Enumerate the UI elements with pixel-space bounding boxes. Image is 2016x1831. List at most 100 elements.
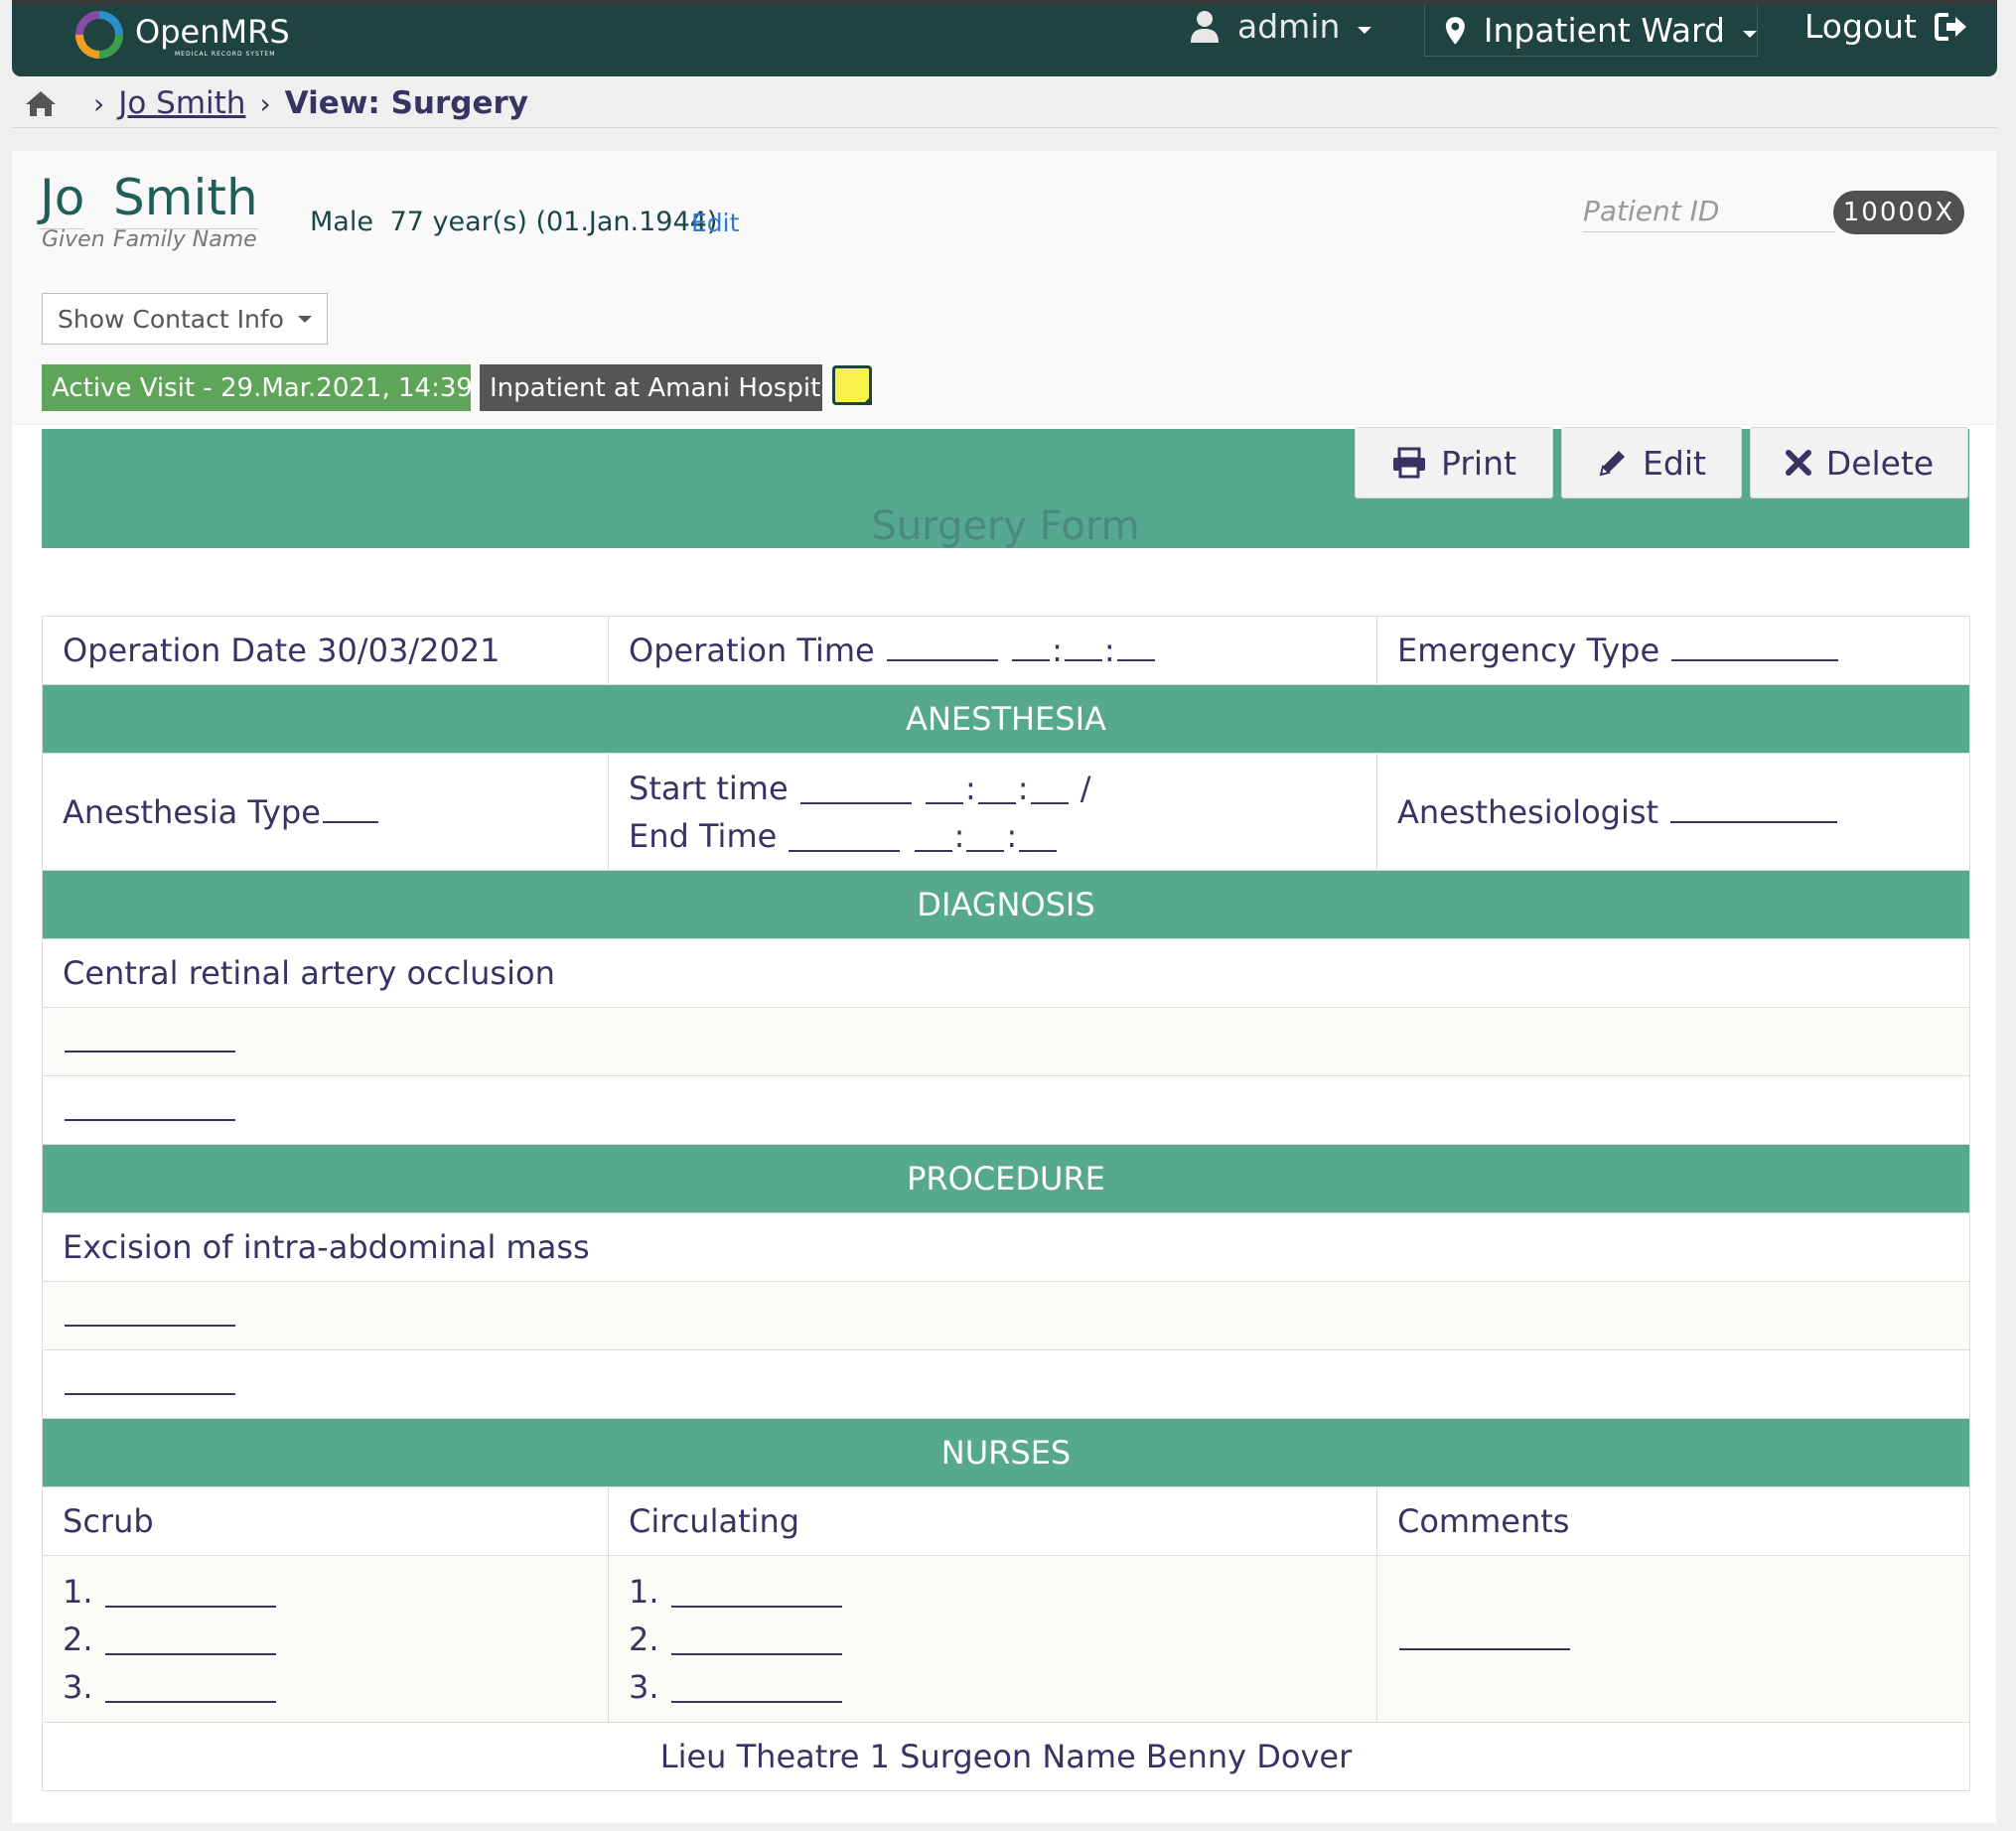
print-icon xyxy=(1393,447,1426,479)
delete-button[interactable]: Delete xyxy=(1750,427,1968,498)
blank-line xyxy=(670,1700,842,1703)
print-label: Print xyxy=(1441,443,1516,483)
delete-label: Delete xyxy=(1825,443,1935,483)
top-navbar: OpenMRS MEDICAL RECORD SYSTEM admin Inpa… xyxy=(12,0,1997,76)
list-number: 3. xyxy=(63,1667,93,1706)
table-row: Anesthesia Type Start time :: / End Time… xyxy=(42,753,1970,871)
end-time-line: End Time :: xyxy=(629,812,1357,860)
procedure-header: PROCEDURE xyxy=(42,1144,1970,1213)
anesthesia-type-cell: Anesthesia Type xyxy=(42,753,609,871)
brand-name: OpenMRS xyxy=(135,13,290,51)
colon: : xyxy=(953,816,965,855)
print-button[interactable]: Print xyxy=(1355,427,1553,498)
map-marker-icon xyxy=(1445,16,1465,45)
table-row: Scrub Circulating Comments xyxy=(42,1486,1970,1556)
active-visit-badge[interactable]: Active Visit - 29.Mar.2021, 14:39:02 xyxy=(42,364,514,411)
location-menu[interactable]: Inpatient Ward xyxy=(1424,5,1758,57)
anesthesiologist-label: Anesthesiologist xyxy=(1397,792,1659,831)
anesthesia-header: ANESTHESIA xyxy=(42,684,1970,754)
diagnosis-header: DIAGNOSIS xyxy=(42,870,1970,939)
chevron-down-icon xyxy=(1358,27,1372,34)
colon: : xyxy=(1052,632,1063,669)
pencil-icon xyxy=(1599,451,1626,477)
list-item: 2. xyxy=(629,1616,1357,1663)
table-row: 1. 2. 3. 1. 2. 3. xyxy=(42,1555,1970,1723)
patient-age: 77 year(s) (01.Jan.1944) xyxy=(389,207,718,237)
procedure-value: Excision of intra-abdominal mass xyxy=(42,1212,1970,1282)
procedure-blank xyxy=(42,1349,1970,1419)
blank-line xyxy=(1670,820,1838,823)
show-contact-info-button[interactable]: Show Contact Info xyxy=(42,293,328,345)
list-item: 1. xyxy=(63,1568,588,1616)
blank-line xyxy=(670,1652,842,1655)
blank-line xyxy=(1116,658,1155,661)
table-row: Operation Date 30/03/2021 Operation Time… xyxy=(42,616,1970,685)
breadcrumb: › Jo Smith › View: Surgery xyxy=(24,83,528,123)
user-menu[interactable]: admin xyxy=(1190,7,1372,46)
table-row xyxy=(42,1349,1970,1419)
blank-line xyxy=(966,849,1005,852)
start-time-label: Start time xyxy=(629,769,789,807)
list-number: 2. xyxy=(63,1620,93,1658)
list-item: 3. xyxy=(63,1663,588,1711)
blank-line xyxy=(1671,658,1839,661)
anesthesia-type-label: Anesthesia Type xyxy=(63,792,321,831)
breadcrumb-current: View: Surgery xyxy=(284,85,528,121)
edit-patient-link[interactable]: Edit xyxy=(691,209,739,237)
blank-line xyxy=(1064,658,1102,661)
openmrs-logo-icon xyxy=(75,11,123,59)
edit-button[interactable]: Edit xyxy=(1561,427,1742,498)
blank-line xyxy=(65,1392,235,1395)
patient-id-label: Patient ID xyxy=(1583,195,1835,232)
blank-line xyxy=(104,1652,276,1655)
sticky-note-icon[interactable] xyxy=(832,365,872,405)
table-row: Lieu Theatre 1 Surgeon Name Benny Dover xyxy=(42,1722,1970,1791)
edit-label: Edit xyxy=(1643,443,1706,483)
table-row: NURSES xyxy=(42,1418,1970,1487)
chevron-down-icon xyxy=(1743,31,1757,38)
form-title: Surgery Form xyxy=(871,503,1140,549)
given-name-label: Given xyxy=(42,227,105,252)
blank-line xyxy=(977,801,1016,804)
brand-subtitle: MEDICAL RECORD SYSTEM xyxy=(175,51,276,58)
procedure-blank xyxy=(42,1281,1970,1350)
diagnosis-blank xyxy=(42,1075,1970,1145)
inpatient-label: Inpatient at Amani Hospital xyxy=(490,372,844,403)
patient-header: Jo Smith Given Family Name Male 77 year(… xyxy=(12,151,1996,424)
diagnosis-blank xyxy=(42,1007,1970,1076)
circulating-header: Circulating xyxy=(608,1486,1377,1556)
home-icon[interactable] xyxy=(24,89,58,117)
end-time-label: End Time xyxy=(629,816,778,855)
operation-date: Operation Date 30/03/2021 xyxy=(63,632,501,669)
blank-line xyxy=(789,849,901,852)
list-number: 1. xyxy=(629,1572,659,1611)
diagnosis-value: Central retinal artery occlusion xyxy=(42,938,1970,1008)
anesthesiologist-cell: Anesthesiologist xyxy=(1376,753,1970,871)
patient-id-badge: 10000X xyxy=(1833,191,1964,234)
patient-family-name: Smith xyxy=(113,169,258,229)
colon: : xyxy=(964,769,976,807)
blank-line xyxy=(925,801,963,804)
breadcrumb-patient-link[interactable]: Jo Smith xyxy=(118,85,245,121)
operation-time-label: Operation Time xyxy=(629,632,875,669)
patient-demographics: Male 77 year(s) (01.Jan.1944) xyxy=(310,207,717,237)
list-number: 3. xyxy=(629,1667,659,1706)
list-item: 3. xyxy=(629,1663,1357,1711)
breadcrumb-divider xyxy=(12,127,1997,128)
list-number: 2. xyxy=(629,1620,659,1658)
slash: / xyxy=(1080,769,1091,807)
emergency-type-cell: Emergency Type xyxy=(1376,616,1970,685)
emergency-type-label: Emergency Type xyxy=(1397,632,1660,669)
patient-gender: Male xyxy=(310,207,373,237)
theatre-surgeon-footer: Lieu Theatre 1 Surgeon Name Benny Dover xyxy=(42,1722,1970,1791)
logout-link[interactable]: Logout xyxy=(1804,7,1968,46)
list-item: 2. xyxy=(63,1616,588,1663)
blank-line xyxy=(1399,1647,1570,1650)
blank-line xyxy=(670,1605,842,1608)
blank-line xyxy=(65,1324,235,1327)
table-row xyxy=(42,1075,1970,1145)
form-container: Surgery Form Print Edit Delete Operation… xyxy=(12,425,1996,1823)
circulating-list: 1. 2. 3. xyxy=(608,1555,1377,1723)
blank-line xyxy=(104,1700,276,1703)
user-icon xyxy=(1191,10,1219,43)
